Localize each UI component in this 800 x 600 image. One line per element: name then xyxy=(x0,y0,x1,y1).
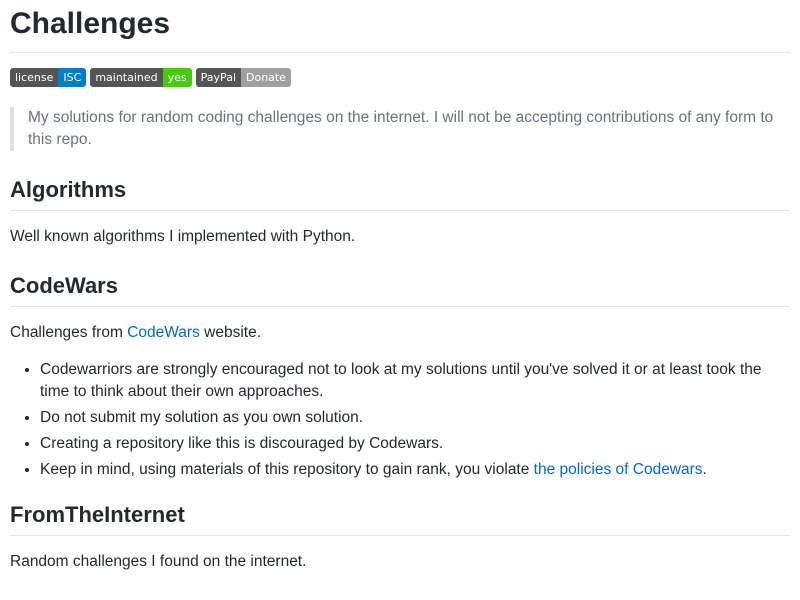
list-item: Keep in mind, using materials of this re… xyxy=(40,459,790,481)
badge-value: yes xyxy=(162,68,192,87)
license-badge[interactable]: license ISC xyxy=(10,68,87,87)
list-item: Do not submit my solution as you own sol… xyxy=(40,407,790,429)
codewars-rules-list: Codewarriors are strongly encouraged not… xyxy=(10,359,790,481)
paypal-donate-badge[interactable]: PayPal Donate xyxy=(195,68,291,87)
readme: Challenges license ISC maintained yes Pa… xyxy=(10,0,790,573)
codewars-text: Challenges from CodeWars website. xyxy=(10,322,790,344)
internet-text: Random challenges I found on the interne… xyxy=(10,553,307,570)
list-item: Codewarriors are strongly encouraged not… xyxy=(40,359,790,403)
list-item: Creating a repository like this is disco… xyxy=(40,433,790,455)
badge-value: ISC xyxy=(58,68,87,87)
codewars-text-after: website. xyxy=(199,324,261,341)
heading-codewars: CodeWars xyxy=(10,272,790,307)
badge-label: PayPal xyxy=(195,68,241,87)
last-bullet-before: Keep in mind, using materials of this re… xyxy=(40,461,534,478)
page-title: Challenges xyxy=(10,0,790,53)
codewars-link[interactable]: CodeWars xyxy=(127,324,200,341)
intro-text: My solutions for random coding challenge… xyxy=(28,109,774,148)
badge-row: license ISC maintained yes PayPal Donate xyxy=(10,68,790,88)
codewars-policies-link[interactable]: the policies of Codewars xyxy=(534,461,703,478)
codewars-text-before: Challenges from xyxy=(10,324,128,341)
last-bullet-after: . xyxy=(702,461,707,478)
intro-blockquote: My solutions for random coding challenge… xyxy=(10,107,790,151)
heading-from-the-internet: FromTheInternet xyxy=(10,501,790,536)
maintained-badge[interactable]: maintained yes xyxy=(90,68,192,87)
badge-label: maintained xyxy=(90,68,163,87)
heading-algorithms: Algorithms xyxy=(10,176,790,211)
algorithms-text: Well known algorithms I implemented with… xyxy=(10,228,356,245)
badge-value: Donate xyxy=(241,68,291,87)
badge-label: license xyxy=(10,68,59,87)
